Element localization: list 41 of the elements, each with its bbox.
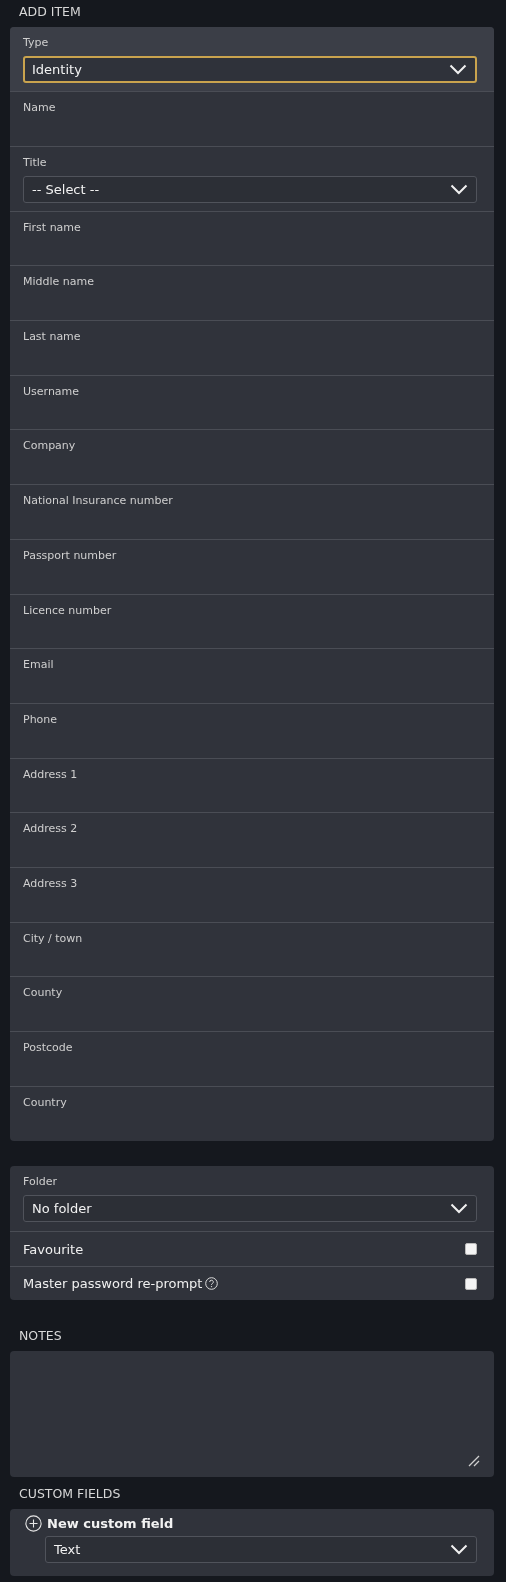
resize-handle-icon[interactable] (468, 1455, 480, 1468)
checkbox-label: Favourite (23, 1241, 84, 1257)
field-label: Address 2 (23, 822, 79, 836)
field-label: National Insurance number (23, 494, 174, 508)
chevron-down-icon (450, 1544, 468, 1556)
chevron-down-icon (450, 1203, 468, 1215)
field-label: Username (23, 384, 81, 398)
section-heading: ADD ITEM (19, 4, 81, 19)
chevron-down-icon (450, 183, 468, 195)
select-field[interactable]: No folder (23, 1195, 477, 1223)
section-heading: CUSTOM FIELDS (19, 1486, 121, 1502)
field-label: Passport number (23, 548, 118, 562)
notes-field[interactable] (10, 1351, 494, 1478)
plus-circle-icon (25, 1515, 42, 1533)
field-label: Last name (23, 330, 82, 344)
field-label: Address 3 (23, 876, 79, 890)
field-label: County (23, 986, 64, 1000)
field-label: Country (23, 1095, 68, 1109)
help-icon[interactable] (205, 1277, 219, 1291)
field-label: Middle name (23, 275, 96, 289)
select-field[interactable]: -- Select -- (23, 175, 477, 203)
field-label: Type (23, 36, 50, 49)
add-custom-field-button[interactable]: New custom field (25, 1515, 174, 1533)
field-label: Email (23, 658, 55, 672)
field-label: Company (23, 439, 77, 453)
select-field[interactable]: Text (45, 1536, 477, 1564)
field-label: Name (23, 101, 57, 114)
field-label: First name (23, 220, 82, 234)
chevron-down-icon (449, 64, 467, 75)
checkbox[interactable] (465, 1277, 477, 1290)
checkbox-label: Master password re-prompt (23, 1276, 203, 1292)
field-label: City / town (23, 931, 84, 945)
field-label: Title (23, 155, 48, 169)
field-label: Postcode (23, 1041, 74, 1054)
select-field[interactable]: Identity (23, 56, 477, 83)
field-label: Licence number (23, 603, 113, 617)
field-label: Phone (23, 712, 59, 726)
field-label: Folder (23, 1175, 58, 1189)
checkbox[interactable] (465, 1243, 477, 1256)
section-heading: NOTES (19, 1328, 62, 1344)
field-label: Address 1 (23, 767, 79, 781)
